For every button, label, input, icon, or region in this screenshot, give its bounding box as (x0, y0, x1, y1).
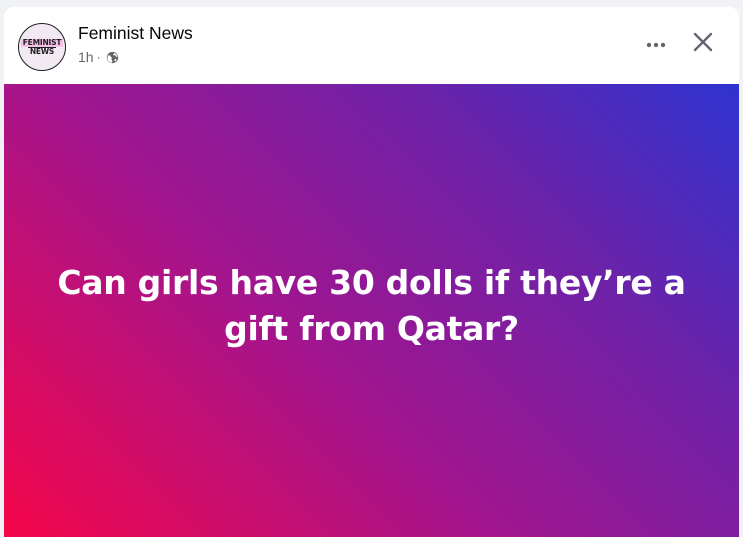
post-timestamp[interactable]: 1h (78, 49, 94, 65)
close-button[interactable] (686, 27, 720, 61)
avatar-logo-line-2: NEWS (27, 46, 57, 56)
post-background[interactable]: Can girls have 30 dolls if they’re a gif… (4, 84, 739, 537)
post-text: Can girls have 30 dolls if they’re a gif… (57, 262, 686, 348)
more-options-icon (646, 35, 666, 53)
post-meta: 1h · (78, 49, 119, 65)
avatar-logo-line-1: FEMINIST (20, 37, 64, 47)
avatar[interactable]: FEMINIST NEWS (18, 23, 66, 71)
globe-icon[interactable] (106, 51, 119, 64)
post-header: FEMINIST NEWS Feminist News 1h · (4, 7, 739, 84)
more-options-button[interactable] (641, 29, 671, 59)
post-card: FEMINIST NEWS Feminist News 1h · Can gir… (4, 7, 739, 537)
close-icon (693, 32, 713, 57)
meta-separator: · (96, 50, 101, 64)
page-name[interactable]: Feminist News (78, 23, 193, 44)
